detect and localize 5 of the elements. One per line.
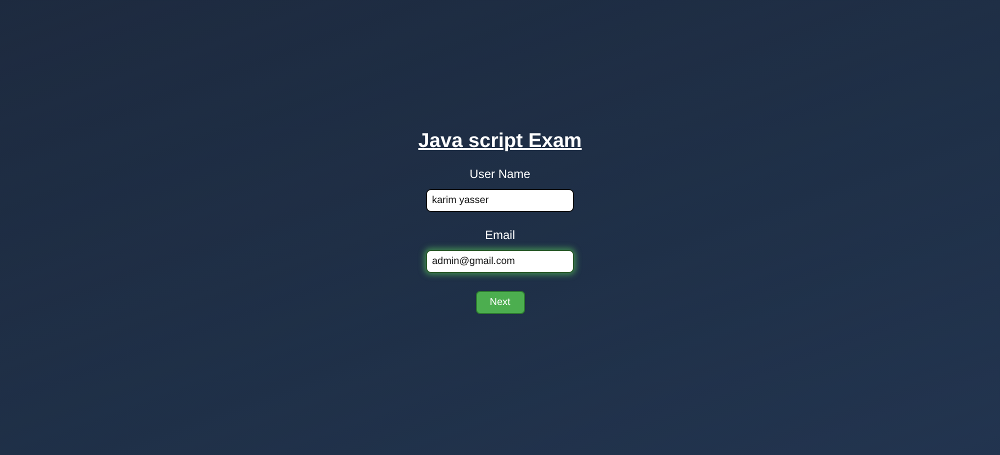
input-field[interactable]: karim yasser <box>426 189 574 212</box>
field-label: User Name <box>470 167 530 181</box>
field-label: Email <box>484 228 515 242</box>
page-title: Java script Exam <box>418 130 582 153</box>
input-field[interactable]: admin@gmail.com <box>426 250 574 273</box>
